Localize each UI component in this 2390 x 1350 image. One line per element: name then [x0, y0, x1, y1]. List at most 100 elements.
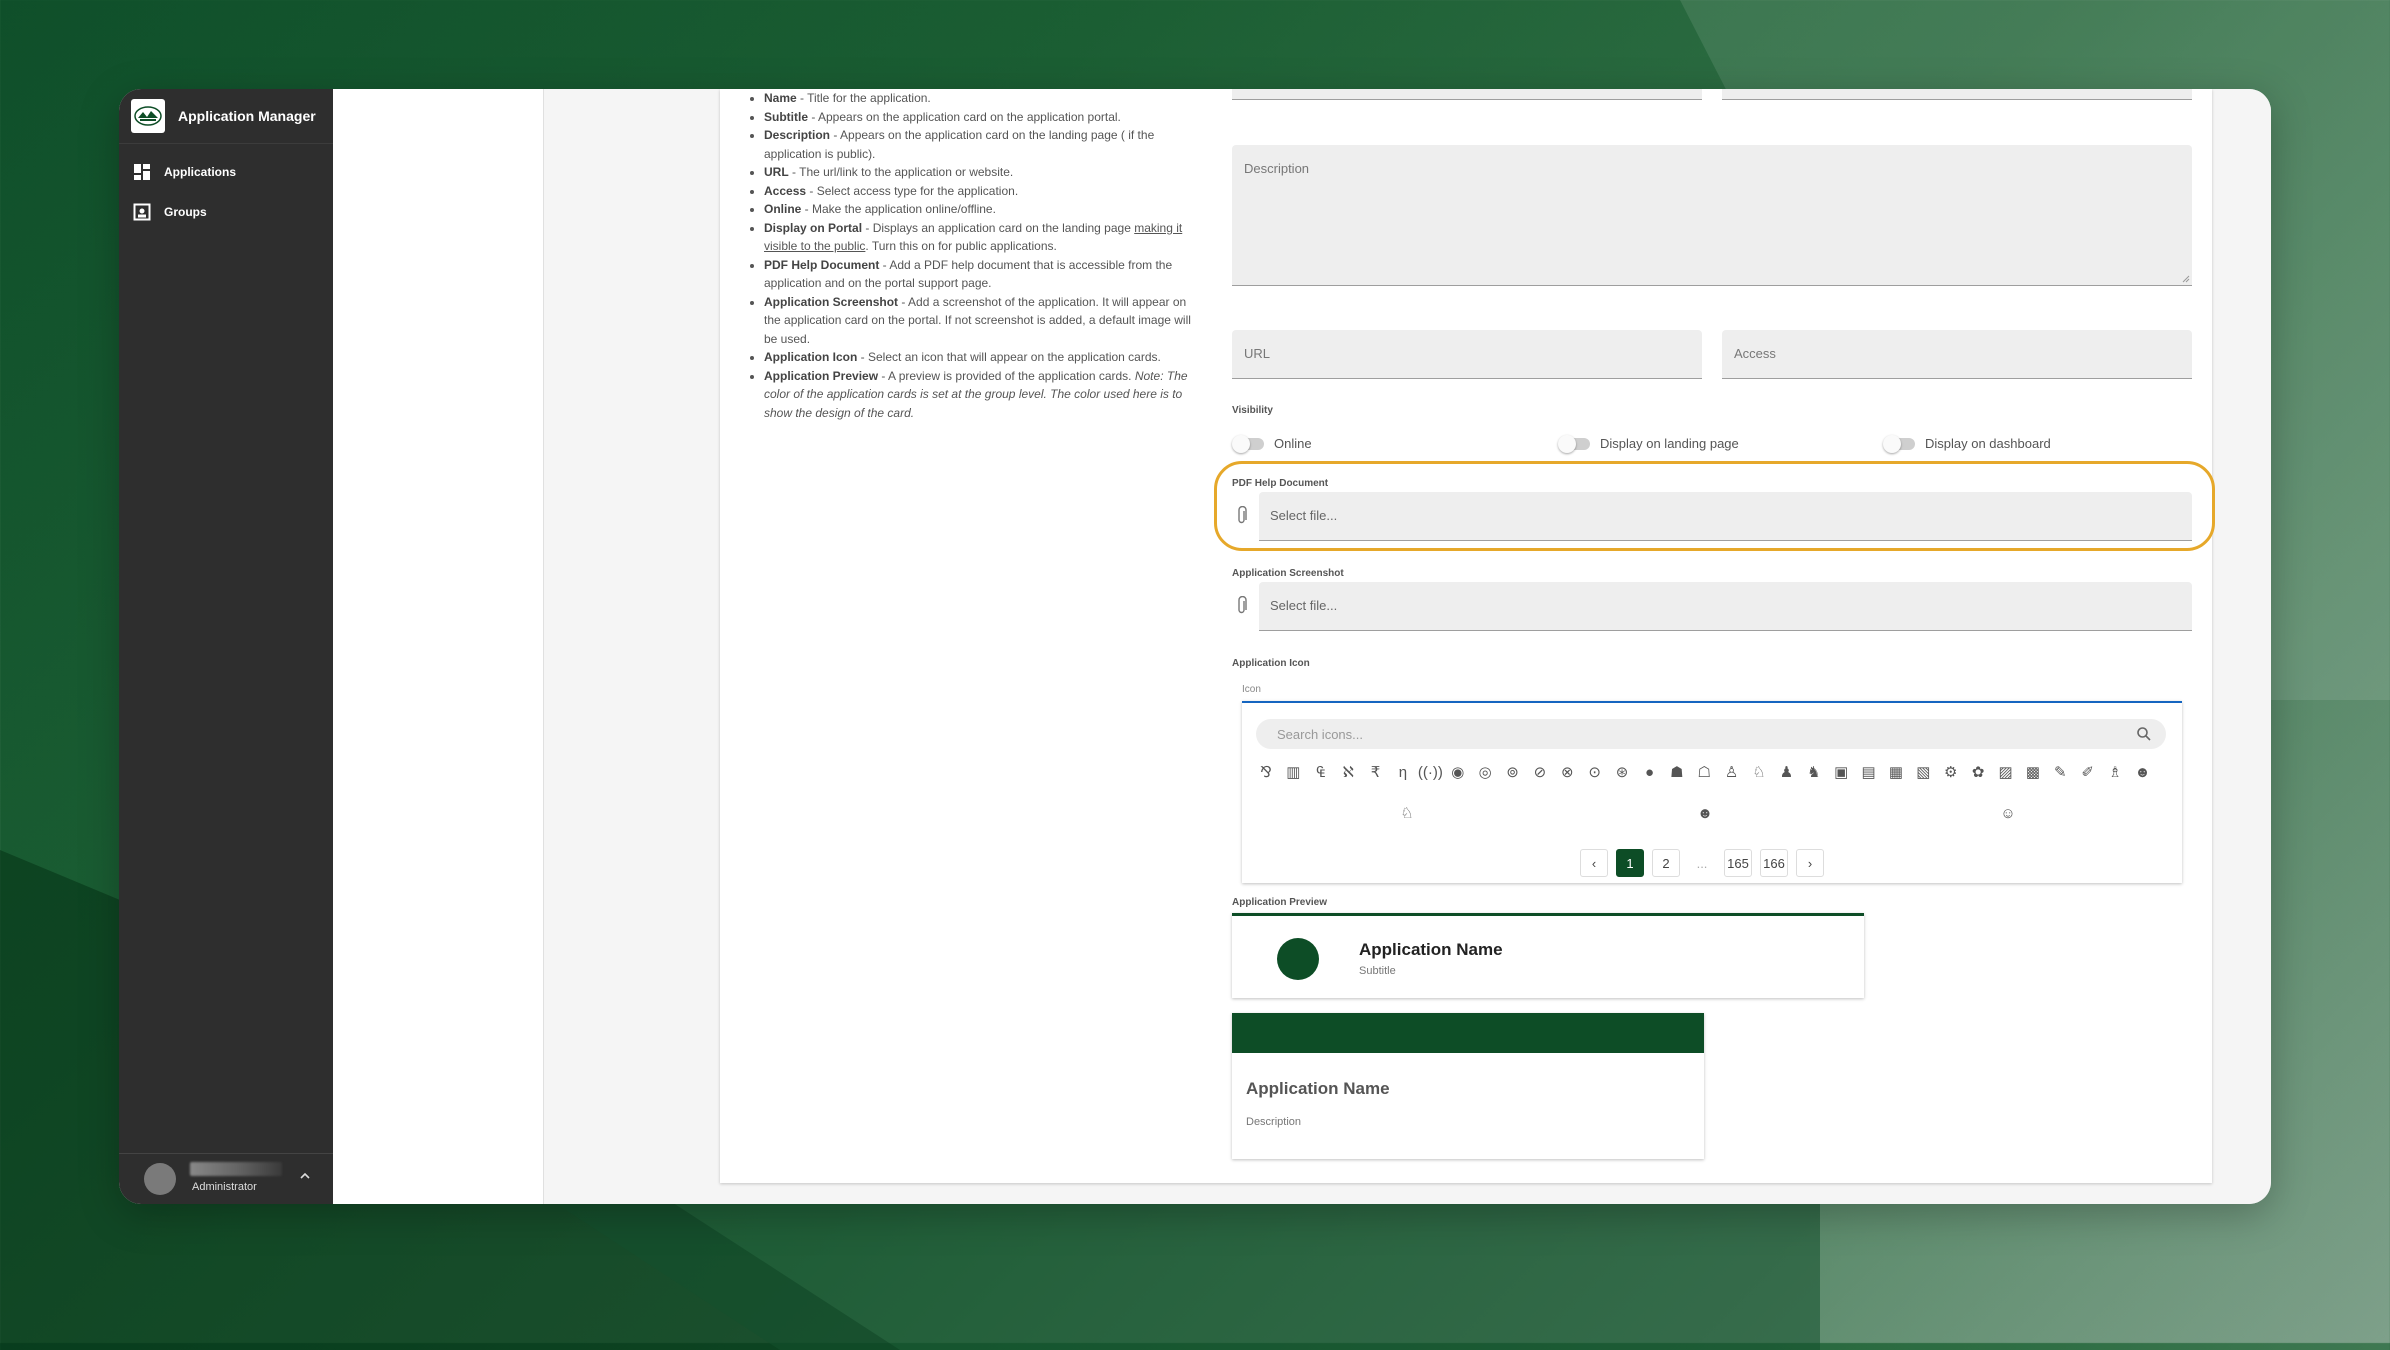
help-list: Name - Title for the application. Subtitl…	[742, 89, 1202, 422]
sidebar-item-groups[interactable]: Groups	[119, 192, 333, 232]
account-box-outline-icon[interactable]: ▦	[1886, 762, 1906, 782]
access-select[interactable]: Access	[1722, 330, 2192, 379]
page-button[interactable]: 166	[1760, 849, 1788, 877]
account-box-multiple-icon[interactable]: ▤	[1859, 762, 1879, 782]
cross-icon[interactable]: ℵ	[1338, 762, 1358, 782]
online-toggle[interactable]: Online	[1232, 434, 1312, 453]
preview-app-description: Description	[1246, 1116, 1302, 1128]
dashboard-toggle[interactable]: Display on dashboard	[1883, 434, 2051, 453]
page-button[interactable]: 165	[1724, 849, 1752, 877]
broadcast-icon[interactable]: ((·))	[1418, 762, 1443, 782]
percent-icon[interactable]: ⅋	[1256, 762, 1276, 782]
preview-card-header	[1232, 1013, 1704, 1053]
help-term: PDF Help Document	[764, 257, 880, 272]
account-circle-icon[interactable]: ☻	[1695, 803, 1715, 823]
account-circle-icon[interactable]: ☻	[2133, 762, 2153, 782]
account-check-icon[interactable]: ♙	[1722, 762, 1742, 782]
search-placeholder: Search icons...	[1277, 727, 1363, 742]
next-page-button[interactable]: ›	[1796, 849, 1824, 877]
description-field[interactable]: Description	[1232, 145, 2192, 286]
url-label: URL	[1244, 346, 1271, 361]
broadcast-icon[interactable]: ⊙	[1585, 762, 1605, 782]
rupee-icon[interactable]: ₹	[1366, 762, 1386, 782]
broadcast-icon[interactable]: ◎	[1475, 762, 1495, 782]
sidebar-item-applications[interactable]: Applications	[119, 152, 333, 192]
account-details-icon[interactable]: ▨	[1996, 762, 2016, 782]
account-cog-icon[interactable]: ⚙	[1941, 762, 1961, 782]
page-button[interactable]: 2	[1652, 849, 1680, 877]
sidebar-item-label: Groups	[164, 205, 207, 219]
barcode-icon[interactable]: ▥	[1283, 762, 1303, 782]
subtitle-field[interactable]	[1722, 89, 2192, 100]
account-details-outline-icon[interactable]: ▩	[2023, 762, 2043, 782]
icon-search-input[interactable]: Search icons...	[1256, 719, 2166, 749]
resize-handle-icon[interactable]	[2182, 275, 2190, 283]
broadcast-off-icon[interactable]: ⊗	[1557, 762, 1577, 782]
preview-app-name: Application Name	[1246, 1079, 1390, 1098]
help-item: Access - Select access type for the appl…	[764, 182, 1202, 201]
chevron-up-icon[interactable]	[299, 1170, 311, 1182]
help-item: Online - Make the application online/off…	[764, 200, 1202, 219]
landing-page-toggle[interactable]: Display on landing page	[1558, 434, 1739, 453]
help-term: Online	[764, 202, 802, 216]
application-form-card: Name - Title for the application. Subtitl…	[720, 89, 2215, 1183]
visibility-label: Visibility	[1232, 405, 1273, 416]
help-text: Name - Title for the application. Subtitl…	[742, 89, 1202, 422]
toggle-label: Display on landing page	[1600, 436, 1739, 451]
main-content: Name - Title for the application. Subtitl…	[333, 89, 2271, 1204]
account-edit-icon[interactable]: ✎	[2050, 762, 2070, 782]
help-term: Description	[764, 128, 831, 142]
url-field[interactable]: URL	[1232, 330, 1702, 379]
account-outline-icon[interactable]: ♘	[1749, 762, 1769, 782]
preview-card-horizontal: Application Name Subtitle	[1232, 913, 1864, 998]
app-logo	[131, 99, 165, 133]
name-field[interactable]	[1232, 89, 1702, 100]
help-item: Application Preview - A preview is provi…	[764, 367, 1202, 423]
account-arrow-icon[interactable]: ♟	[1776, 762, 1796, 782]
help-term: Display on Portal	[764, 220, 863, 235]
page-button[interactable]: 1	[1616, 849, 1644, 877]
currency-icon[interactable]: ₠	[1311, 762, 1331, 782]
account-child-outline-icon[interactable]: ♘	[1397, 803, 1417, 823]
account-icon[interactable]: ●	[1639, 762, 1659, 782]
application-preview-label: Application Preview	[1232, 897, 1328, 908]
account-circle-outline-icon[interactable]: ☺	[1998, 803, 2018, 823]
search-icon[interactable]	[2136, 726, 2152, 742]
user-role: Administrator	[192, 1181, 257, 1193]
sidebar: Application Manager Applications Groups …	[119, 89, 333, 1204]
account-cancel-icon[interactable]: ♞	[1804, 762, 1824, 782]
toggle-label: Display on dashboard	[1925, 436, 2051, 451]
account-card-icon[interactable]: ▧	[1913, 762, 1933, 782]
account-edit-outline-icon[interactable]: ✐	[2078, 762, 2098, 782]
toggle-switch[interactable]	[1883, 434, 1915, 453]
account-alert-icon[interactable]: ☗	[1667, 762, 1687, 782]
paperclip-icon[interactable]	[1236, 596, 1248, 616]
account-box-icon[interactable]: ▣	[1831, 762, 1851, 782]
pagination-ellipsis: ...	[1688, 849, 1716, 877]
highlight-outline	[1214, 461, 2215, 551]
help-description: - Appears on the application card on the…	[808, 109, 1121, 124]
broadcast-icon[interactable]: ◉	[1448, 762, 1468, 782]
toggle-switch[interactable]	[1232, 434, 1264, 453]
broadcast-icon[interactable]: ⊛	[1612, 762, 1632, 782]
screenshot-upload[interactable]: Select file...	[1232, 582, 2192, 631]
help-item: URL - The url/link to the application or…	[764, 163, 1202, 182]
screenshot-file-input[interactable]: Select file...	[1259, 582, 2192, 631]
account-child-icon[interactable]: ♗	[2105, 762, 2125, 782]
broadcast-off-icon[interactable]: ⊘	[1530, 762, 1550, 782]
account-badge-icon[interactable]: ☖	[1694, 762, 1714, 782]
prev-page-button[interactable]: ‹	[1580, 849, 1608, 877]
help-term: Name	[764, 91, 797, 105]
toggle-label: Online	[1274, 436, 1312, 451]
help-item: PDF Help Document - Add a PDF help docum…	[764, 256, 1202, 293]
help-description: - Title for the application.	[796, 91, 931, 105]
brand-header: Application Manager	[119, 89, 333, 144]
eta-icon[interactable]: η	[1393, 762, 1413, 782]
user-menu[interactable]: Administrator	[119, 1153, 333, 1204]
broadcast-icon[interactable]: ⊚	[1503, 762, 1523, 782]
help-term: Subtitle	[764, 109, 808, 124]
help-description: . Turn this on for public applications.	[865, 239, 1057, 253]
toggle-switch[interactable]	[1558, 434, 1590, 453]
preview-card-vertical: Application Name Description	[1232, 1013, 1704, 1159]
account-cog-outline-icon[interactable]: ✿	[1968, 762, 1988, 782]
